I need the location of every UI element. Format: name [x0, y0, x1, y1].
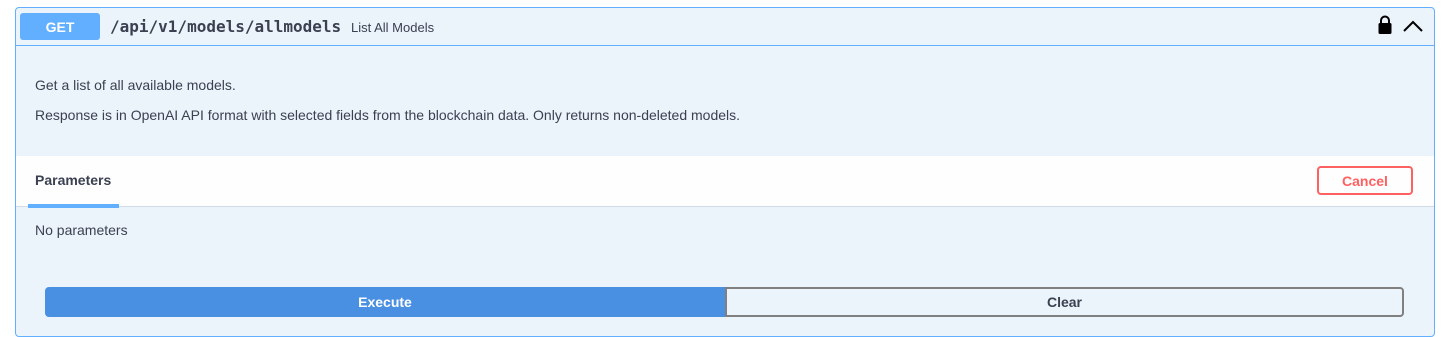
parameters-tab-label: Parameters — [35, 172, 112, 188]
description-line: Get a list of all available models. — [35, 77, 236, 93]
operation-block: GET /api/v1/models/allmodels List All Mo… — [15, 7, 1435, 337]
operation-description: Get a list of all available models. Resp… — [16, 46, 1434, 156]
operation-summary: List All Models — [351, 20, 435, 35]
clear-button[interactable]: Clear — [725, 287, 1404, 317]
lock-icon[interactable] — [1377, 15, 1393, 35]
endpoint-path: /api/v1/models/allmodels — [110, 17, 342, 36]
cancel-button[interactable]: Cancel — [1317, 166, 1413, 195]
operation-summary-bar[interactable]: GET /api/v1/models/allmodels List All Mo… — [16, 8, 1434, 46]
method-badge: GET — [20, 13, 100, 40]
parameters-header: Parameters Cancel — [16, 156, 1434, 208]
execute-wrapper: Execute Clear — [45, 287, 1404, 317]
no-parameters-text: No parameters — [35, 222, 128, 238]
execute-button[interactable]: Execute — [45, 287, 725, 317]
description-line: Response is in OpenAI API format with se… — [35, 107, 741, 123]
tab-parameters[interactable]: Parameters — [28, 156, 119, 208]
chevron-up-icon[interactable] — [1402, 18, 1424, 34]
